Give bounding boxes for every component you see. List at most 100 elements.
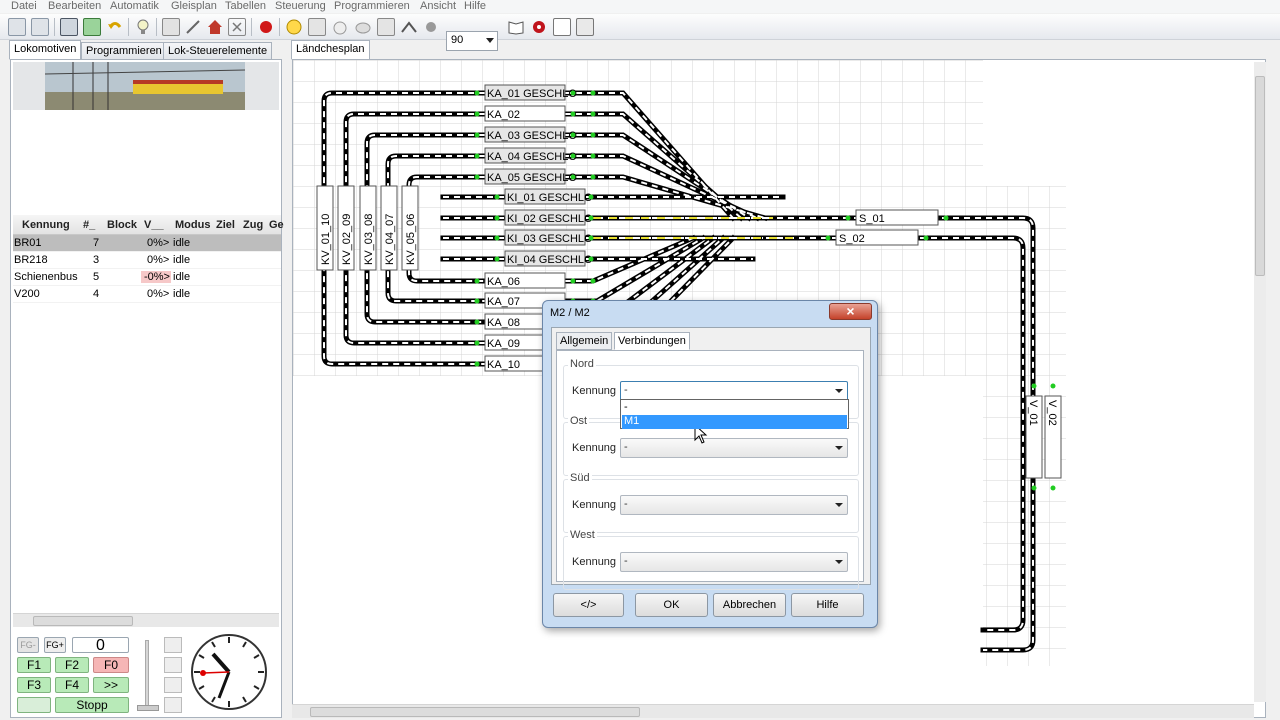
- plan-horizontal-scrollbar[interactable]: [292, 704, 1254, 718]
- column-modus[interactable]: Modus: [175, 219, 210, 231]
- signal-icon: [474, 132, 480, 138]
- select-value: -: [624, 441, 628, 453]
- save-icon[interactable]: [60, 18, 78, 36]
- tab-lok-steuerelemente[interactable]: Lok-Steuerelemente: [163, 42, 273, 60]
- column-ziel[interactable]: Ziel: [216, 219, 235, 231]
- f3-button[interactable]: F3: [17, 677, 51, 693]
- scrollbar-thumb[interactable]: [310, 707, 640, 717]
- menu-bearbeiten[interactable]: Bearbeiten: [48, 0, 101, 12]
- house-icon[interactable]: [206, 18, 224, 36]
- west-kennung-select[interactable]: -: [620, 552, 848, 572]
- egg-icon[interactable]: [331, 18, 349, 36]
- more-functions-button[interactable]: >>: [93, 677, 129, 693]
- signal-icon: [590, 132, 596, 138]
- sued-kennung-select[interactable]: -: [620, 495, 848, 515]
- zoom-select[interactable]: 90: [446, 31, 498, 51]
- speed-slider[interactable]: [145, 640, 149, 706]
- chevron-down-icon: [486, 38, 494, 43]
- ost-kennung-select[interactable]: -: [620, 438, 848, 458]
- loco-speed: 0%>: [147, 254, 170, 266]
- stop-button[interactable]: Stopp: [55, 697, 129, 713]
- grid-icon[interactable]: [377, 18, 395, 36]
- column-block[interactable]: Block: [107, 219, 137, 231]
- ok-button[interactable]: OK: [635, 593, 708, 617]
- loco-speed: 0%>: [147, 288, 170, 300]
- menu-automatik[interactable]: Automatik: [110, 0, 159, 12]
- network-icon[interactable]: [31, 18, 49, 36]
- tab-allgemein[interactable]: Allgemein: [556, 332, 613, 350]
- route-icon[interactable]: [400, 18, 418, 36]
- book-icon[interactable]: [507, 18, 525, 36]
- pause-icon[interactable]: [164, 657, 182, 673]
- menu-steuerung[interactable]: Steuerung: [275, 0, 326, 12]
- connections-pane: Nord Kennung - Ost Kennung - Süd Kennung: [556, 350, 864, 590]
- block-label: KA_06: [487, 276, 520, 288]
- signal-icon: [923, 235, 929, 241]
- close-icon[interactable]: ×: [829, 303, 872, 320]
- pause-icon[interactable]: [164, 697, 182, 713]
- tab-plan[interactable]: Ländchesplan: [291, 40, 370, 60]
- fg-minus-button[interactable]: FG-: [17, 637, 39, 653]
- pause-icon[interactable]: [164, 677, 182, 693]
- select-value: -: [624, 384, 628, 396]
- xml-button[interactable]: </>: [553, 593, 624, 617]
- download-icon[interactable]: [83, 18, 101, 36]
- bulb-icon[interactable]: [134, 18, 152, 36]
- table-row[interactable]: V200 4 0%> idle: [13, 286, 281, 303]
- signal-icon: [590, 174, 596, 180]
- gear-icon[interactable]: [530, 18, 548, 36]
- table-row[interactable]: BR218 3 0%> idle: [13, 252, 281, 269]
- dropdown-option-selected[interactable]: M1: [622, 415, 847, 429]
- f1-button[interactable]: F1: [17, 657, 51, 673]
- help-button[interactable]: Hilfe: [791, 593, 864, 617]
- menu-hilfe[interactable]: Hilfe: [464, 0, 486, 12]
- block-label: S_01: [859, 213, 885, 225]
- column-speed[interactable]: V__: [144, 219, 164, 231]
- menu-gleisplan[interactable]: Gleisplan: [171, 0, 217, 12]
- column-number[interactable]: #_: [83, 219, 95, 231]
- column-ge[interactable]: Ge: [269, 219, 284, 231]
- pause-icon[interactable]: [164, 637, 182, 653]
- list-icon[interactable]: [576, 18, 594, 36]
- menu-datei[interactable]: Datei: [11, 0, 37, 12]
- connect-icon[interactable]: [8, 18, 26, 36]
- column-zug[interactable]: Zug: [243, 219, 263, 231]
- menu-programmieren[interactable]: Programmieren: [334, 0, 410, 12]
- tab-lokomotiven[interactable]: Lokomotiven: [9, 40, 82, 60]
- scrollbar-thumb[interactable]: [1255, 76, 1265, 276]
- column-kennung[interactable]: Kennung: [22, 219, 70, 231]
- zoom-value: 90: [451, 34, 464, 46]
- select-value: -: [624, 498, 628, 510]
- track-icon[interactable]: [162, 18, 180, 36]
- table-scrollbar[interactable]: [13, 613, 279, 627]
- undo-icon[interactable]: [106, 18, 124, 36]
- dropdown-option[interactable]: -: [622, 401, 847, 415]
- slider-handle[interactable]: [137, 705, 159, 711]
- cancel-button[interactable]: Abbrechen: [713, 593, 786, 617]
- table-row[interactable]: BR01 7 0%> idle: [13, 235, 281, 252]
- locomotive-panel: Kennung #_ Block V__ Modus Ziel Zug Ge B…: [10, 59, 284, 718]
- close-window-icon[interactable]: [228, 18, 246, 36]
- plan-vertical-scrollbar[interactable]: [1254, 62, 1266, 702]
- display-icon[interactable]: [308, 18, 326, 36]
- block-label: KA_01 GESCHLO: [487, 88, 577, 100]
- wand-icon[interactable]: [184, 18, 202, 36]
- tab-verbindungen[interactable]: Verbindungen: [614, 332, 690, 350]
- table-row[interactable]: Schienenbus 5 -0%> idle: [13, 269, 281, 286]
- f4-button[interactable]: F4: [55, 677, 89, 693]
- menu-ansicht[interactable]: Ansicht: [420, 0, 456, 12]
- menu-tabellen[interactable]: Tabellen: [225, 0, 266, 12]
- nord-kennung-select[interactable]: -: [620, 381, 848, 401]
- signal-icon: [494, 215, 500, 221]
- scrollbar-thumb[interactable]: [33, 616, 133, 626]
- f2-button[interactable]: F2: [55, 657, 89, 673]
- tools-icon[interactable]: [422, 18, 440, 36]
- fg-plus-button[interactable]: FG+: [44, 637, 66, 653]
- document-icon[interactable]: [553, 18, 571, 36]
- direction-button[interactable]: [17, 697, 51, 713]
- tab-programmieren[interactable]: Programmieren: [81, 42, 167, 60]
- record-icon[interactable]: [257, 18, 275, 36]
- smiley-icon[interactable]: [285, 18, 303, 36]
- cloud-icon[interactable]: [354, 18, 372, 36]
- f0-button[interactable]: F0: [93, 657, 129, 673]
